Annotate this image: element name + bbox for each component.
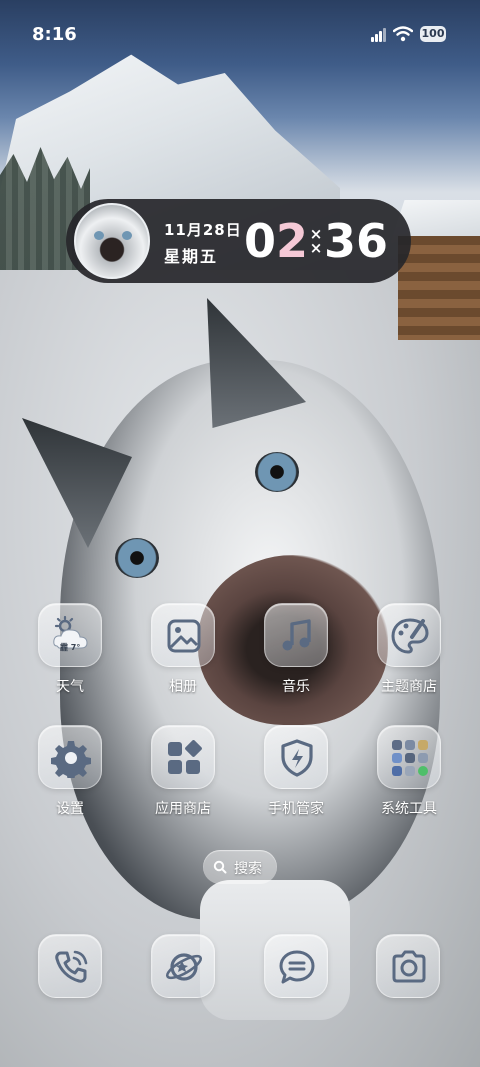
app-label: 相册 — [169, 679, 197, 695]
status-time: 8:16 — [32, 24, 77, 45]
gallery-icon — [151, 603, 215, 667]
widget-date: 11月28日 — [164, 221, 242, 239]
theme-store-icon — [377, 603, 441, 667]
clock-minute-tens: 3 — [324, 214, 357, 268]
clock-date-widget[interactable]: 11月28日 星期五 0 2 × × 3 6 — [66, 199, 411, 283]
widget-pet-avatar — [74, 203, 150, 279]
messages-icon — [279, 950, 315, 984]
browser-planet-icon — [165, 953, 203, 981]
clock-separator: × × — [309, 225, 323, 257]
weather-icon: 霾 7° — [38, 603, 102, 667]
settings-gear-icon — [38, 725, 102, 789]
home-screen: 8:16 100 11月28日 星期五 0 2 × × 3 6 霾 7° 天气 … — [0, 0, 480, 1067]
folder-system-tools[interactable]: 系统工具 — [359, 725, 459, 825]
wifi-icon — [393, 26, 413, 42]
app-settings[interactable]: 设置 — [20, 725, 120, 825]
widget-clock: 0 2 × × 3 6 — [244, 211, 388, 271]
app-label: 主题商店 — [381, 679, 437, 695]
app-music[interactable]: 音乐 — [246, 603, 346, 703]
status-bar: 8:16 100 — [0, 0, 480, 70]
system-tools-folder-icon — [377, 725, 441, 789]
camera-icon — [392, 950, 426, 983]
app-label: 手机管家 — [268, 801, 324, 817]
music-icon — [264, 603, 328, 667]
cellular-signal-icon — [371, 28, 387, 42]
search-button[interactable]: 搜索 — [203, 850, 277, 884]
dock-messages-button[interactable] — [264, 934, 328, 998]
dock-camera-button[interactable] — [376, 934, 440, 998]
app-store-icon — [151, 725, 215, 789]
wallpaper-husky-eye — [255, 452, 299, 492]
app-label: 设置 — [56, 801, 84, 817]
search-label: 搜索 — [234, 861, 262, 877]
app-theme-store[interactable]: 主题商店 — [359, 603, 459, 703]
battery-icon: 100 — [420, 26, 446, 42]
weather-condition: 霾 7° — [60, 643, 81, 652]
app-app-store[interactable]: 应用商店 — [133, 725, 233, 825]
clock-minute-ones: 6 — [356, 214, 389, 268]
dock-browser-button[interactable] — [151, 934, 215, 998]
clock-hour-ones: 2 — [276, 214, 309, 268]
app-gallery[interactable]: 相册 — [133, 603, 233, 703]
widget-weekday: 星期五 — [164, 247, 219, 266]
phone-icon — [55, 950, 88, 983]
wallpaper-husky-eye — [115, 538, 159, 578]
app-weather[interactable]: 霾 7° 天气 — [20, 603, 120, 703]
app-label: 应用商店 — [155, 801, 211, 817]
dock-phone-button[interactable] — [38, 934, 102, 998]
app-label: 天气 — [56, 679, 84, 695]
app-label: 系统工具 — [381, 801, 437, 817]
clock-hour-tens: 0 — [244, 214, 277, 268]
security-shield-icon — [264, 725, 328, 789]
app-security[interactable]: 手机管家 — [246, 725, 346, 825]
app-label: 音乐 — [282, 679, 310, 695]
search-icon — [213, 860, 227, 874]
